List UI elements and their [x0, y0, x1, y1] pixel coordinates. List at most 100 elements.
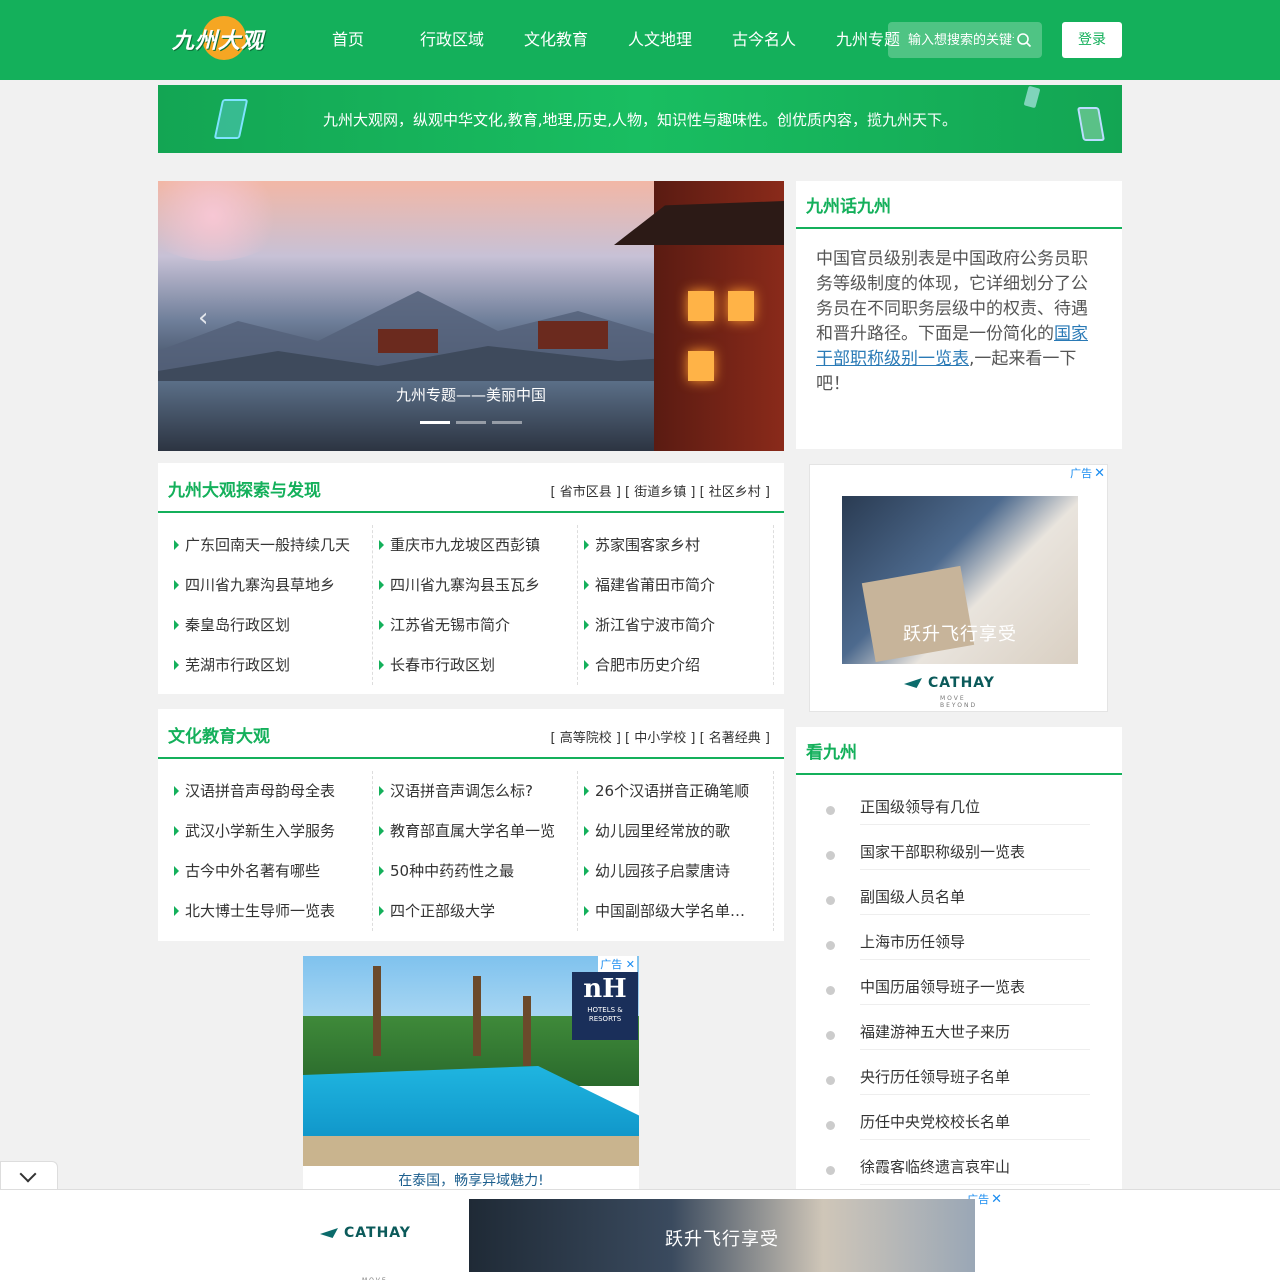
- intro-text-before: 中国官员级别表是中国政府公务员职务等级制度的体现，它详细划分了公务员在不同职务层…: [816, 249, 1088, 344]
- list-item[interactable]: 北大博士生导师一览表: [168, 891, 372, 931]
- list-item-label[interactable]: 正国级领导有几位: [860, 789, 1090, 825]
- list-item[interactable]: 历任中央党校校长名单: [796, 1104, 1122, 1149]
- list-item[interactable]: 福建省莆田市简介: [578, 565, 773, 605]
- explore-category-links[interactable]: [ 省市区县 ] [ 街道乡镇 ] [ 社区乡村 ]: [551, 481, 771, 500]
- close-icon[interactable]: ✕: [626, 958, 635, 971]
- cathay-brushwing-icon: [904, 678, 922, 688]
- bottom-cathay-ad[interactable]: 广告✕ CATHAY MOVE BEYOND 跃升飞行享受: [276, 1191, 1004, 1280]
- list-item[interactable]: 副国级人员名单: [796, 879, 1122, 924]
- close-icon[interactable]: ✕: [991, 1192, 1002, 1207]
- carousel-dot[interactable]: [420, 421, 450, 424]
- site-logo[interactable]: 九州大观: [170, 14, 286, 64]
- list-item[interactable]: 浙江省宁波市简介: [578, 605, 773, 645]
- list-item[interactable]: 四川省九寨沟县玉瓦乡: [373, 565, 577, 605]
- list-item[interactable]: 正国级领导有几位: [796, 789, 1122, 834]
- ad-slogan: 跃升飞行享受: [903, 624, 1017, 645]
- list-item[interactable]: 长春市行政区划: [373, 645, 577, 685]
- explore-title[interactable]: 九州大观探索与发现: [168, 476, 321, 501]
- nav-item-geography[interactable]: 人文地理: [608, 0, 712, 80]
- culture-header: 文化教育大观 [ 高等院校 ] [ 中小学校 ] [ 名著经典 ]: [158, 709, 784, 759]
- kan-list: 正国级领导有几位 国家干部职称级别一览表 副国级人员名单 上海市历任领导 中国历…: [796, 789, 1122, 1194]
- palm-tree-shape: [473, 976, 481, 1056]
- explore-column: 广东回南天一般持续几天 四川省九寨沟县草地乡 秦皇岛行政区划 芜湖市行政区划: [168, 525, 373, 685]
- kan-jiuzhou-box: 看九州 正国级领导有几位 国家干部职称级别一览表 副国级人员名单 上海市历任领导…: [796, 727, 1122, 1197]
- close-icon[interactable]: ✕: [1094, 466, 1105, 481]
- list-item[interactable]: 江苏省无锡市简介: [373, 605, 577, 645]
- bullet-icon: [826, 1166, 835, 1175]
- list-item[interactable]: 苏家围客家乡村: [578, 525, 773, 565]
- login-button[interactable]: 登录: [1062, 22, 1122, 58]
- list-item[interactable]: 古今中外名著有哪些: [168, 851, 372, 891]
- list-item[interactable]: 福建游神五大世子来历: [796, 1014, 1122, 1059]
- list-item[interactable]: 四个正部级大学: [373, 891, 577, 931]
- list-item[interactable]: 央行历任领导班子名单: [796, 1059, 1122, 1104]
- kan-header: 看九州: [796, 727, 1122, 775]
- nav-item-culture-education[interactable]: 文化教育: [504, 0, 608, 80]
- list-item[interactable]: 汉语拼音声调怎么标?: [373, 771, 577, 811]
- bullet-icon: [826, 806, 835, 815]
- list-item[interactable]: 武汉小学新生入学服务: [168, 811, 372, 851]
- list-item[interactable]: 徐霞客临终遗言哀牢山: [796, 1149, 1122, 1194]
- intro-title: 九州话九州: [806, 197, 891, 217]
- culture-title[interactable]: 文化教育大观: [168, 722, 270, 747]
- list-item-label[interactable]: 上海市历任领导: [860, 924, 1090, 960]
- cathay-brand: CATHAY: [928, 675, 995, 691]
- bullet-icon: [826, 1121, 835, 1130]
- carousel-dot[interactable]: [492, 421, 522, 424]
- list-item[interactable]: 合肥市历史介绍: [578, 645, 773, 685]
- list-item[interactable]: 教育部直属大学名单一览: [373, 811, 577, 851]
- ad-tag-text: 广告: [600, 958, 623, 971]
- search-icon[interactable]: [1016, 32, 1032, 48]
- ad-label: 广告 ✕: [598, 956, 637, 972]
- list-item[interactable]: 26个汉语拼音正确笔顺: [578, 771, 773, 811]
- list-item[interactable]: 四川省九寨沟县草地乡: [168, 565, 372, 605]
- chevron-left-icon[interactable]: ‹: [198, 303, 208, 333]
- culture-category-links[interactable]: [ 高等院校 ] [ 中小学校 ] [ 名著经典 ]: [551, 727, 771, 746]
- list-item[interactable]: 重庆市九龙坡区西彭镇: [373, 525, 577, 565]
- deck-shape: [303, 1136, 639, 1166]
- cathay-logo: CATHAY MOVE BEYOND: [904, 675, 995, 709]
- list-item[interactable]: 芜湖市行政区划: [168, 645, 372, 685]
- cathay-ad[interactable]: 广告 ✕ 跃升飞行享受 CATHAY MOVE BEYOND: [809, 464, 1108, 712]
- image-carousel[interactable]: ‹ 九州专题——美丽中国: [158, 181, 784, 451]
- search-input[interactable]: [888, 22, 1014, 58]
- explore-section: 九州大观探索与发现 [ 省市区县 ] [ 街道乡镇 ] [ 社区乡村 ] 广东回…: [158, 463, 784, 694]
- culture-list: 汉语拼音声母韵母全表 武汉小学新生入学服务 古今中外名著有哪些 北大博士生导师一…: [168, 771, 774, 931]
- carousel-indicators: [420, 421, 522, 424]
- banner-slogan: 九州大观网，纵观中华文化,教育,地理,历史,人物，知识性与趣味性。创优质内容，揽…: [322, 111, 958, 129]
- list-item-label[interactable]: 历任中央党校校长名单: [860, 1104, 1090, 1140]
- nav-item-home[interactable]: 首页: [296, 0, 400, 80]
- collapse-ad-button[interactable]: [0, 1161, 58, 1189]
- lantern-window: [688, 291, 714, 321]
- list-item[interactable]: 国家干部职称级别一览表: [796, 834, 1122, 879]
- explore-column: 重庆市九龙坡区西彭镇 四川省九寨沟县玉瓦乡 江苏省无锡市简介 长春市行政区划: [373, 525, 578, 685]
- carousel-caption: 九州专题——美丽中国: [395, 386, 546, 404]
- list-item[interactable]: 汉语拼音声母韵母全表: [168, 771, 372, 811]
- list-item[interactable]: 上海市历任领导: [796, 924, 1122, 969]
- list-item[interactable]: 幼儿园里经常放的歌: [578, 811, 773, 851]
- list-item-label[interactable]: 副国级人员名单: [860, 879, 1090, 915]
- list-item[interactable]: 广东回南天一般持续几天: [168, 525, 372, 565]
- list-item[interactable]: 幼儿园孩子启蒙唐诗: [578, 851, 773, 891]
- explore-column: 苏家围客家乡村 福建省莆田市简介 浙江省宁波市简介 合肥市历史介绍: [578, 525, 774, 685]
- ad-tag-text: 广告: [1070, 467, 1093, 480]
- list-item-label[interactable]: 中国历届领导班子一览表: [860, 969, 1090, 1005]
- list-item-label[interactable]: 央行历任领导班子名单: [860, 1059, 1090, 1095]
- carousel-dot[interactable]: [456, 421, 486, 424]
- cathay-brand: CATHAY: [344, 1225, 411, 1241]
- nav-item-famous-people[interactable]: 古今名人: [712, 0, 816, 80]
- list-item[interactable]: 中国历届领导班子一览表: [796, 969, 1122, 1014]
- list-item[interactable]: 50种中药药性之最: [373, 851, 577, 891]
- list-item-label[interactable]: 徐霞客临终遗言哀牢山: [860, 1149, 1090, 1185]
- slogan-banner: 九州大观网，纵观中华文化,教育,地理,历史,人物，知识性与趣味性。创优质内容，揽…: [158, 85, 1122, 153]
- nav-item-regions[interactable]: 行政区域: [400, 0, 504, 80]
- nh-hotels-ad[interactable]: nH HOTELS & RESORTS 广告 ✕ 在泰国，畅享异域魅力!: [303, 956, 639, 1190]
- list-item-label[interactable]: 福建游神五大世子来历: [860, 1014, 1090, 1050]
- list-item[interactable]: 秦皇岛行政区划: [168, 605, 372, 645]
- list-item-label[interactable]: 国家干部职称级别一览表: [860, 834, 1090, 870]
- culture-column: 26个汉语拼音正确笔顺 幼儿园里经常放的歌 幼儿园孩子启蒙唐诗 中国副部级大学名…: [578, 771, 774, 931]
- explore-list: 广东回南天一般持续几天 四川省九寨沟县草地乡 秦皇岛行政区划 芜湖市行政区划 重…: [168, 525, 774, 685]
- list-item[interactable]: 中国副部级大学名单一览: [578, 891, 773, 931]
- kan-title: 看九州: [806, 743, 857, 763]
- search-box: [888, 22, 1042, 58]
